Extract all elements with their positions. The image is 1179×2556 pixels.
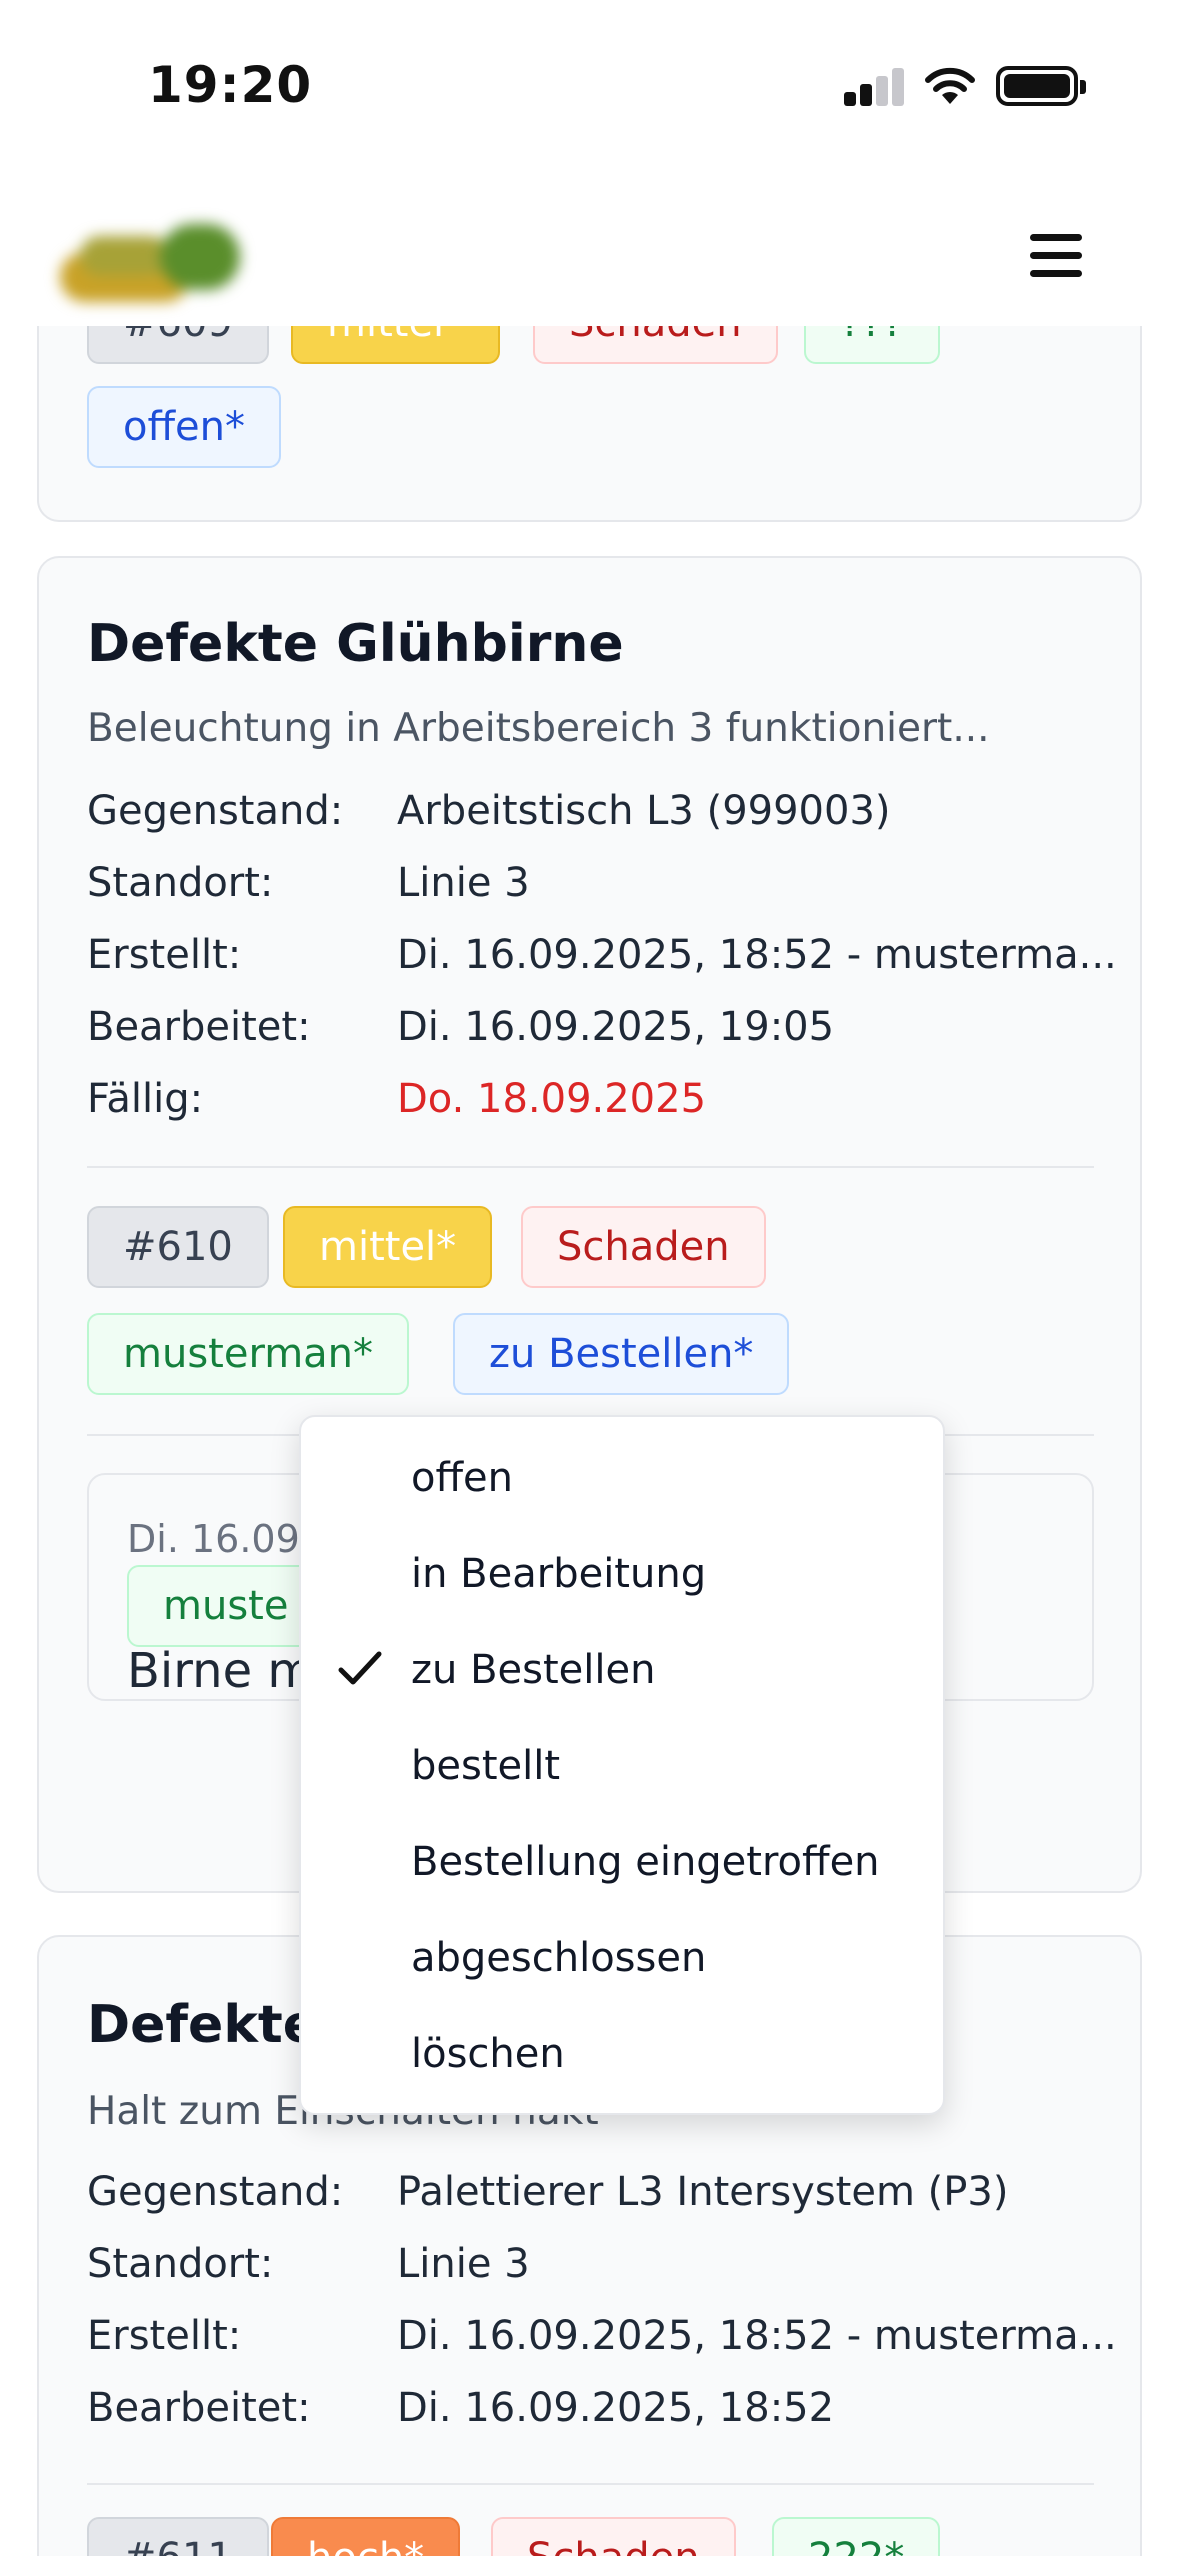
tag-priority[interactable]: mittel*: [283, 1206, 493, 1288]
hamburger-menu-icon[interactable]: [1030, 234, 1082, 278]
field-gegenstand: Gegenstand: Palettierer L3 Intersystem (…: [87, 2169, 1117, 2229]
dropdown-option-bestellung-eingetroffen[interactable]: Bestellung eingetroffen: [301, 1813, 943, 1909]
page: #609 mittel* Schaden ??? offen* Defekte …: [0, 0, 1179, 2556]
field-value: Di. 16.09.2025, 18:52 - musterma...: [397, 932, 1117, 978]
field-label: Gegenstand:: [87, 788, 344, 834]
field-label: Bearbeitet:: [87, 1004, 311, 1050]
field-gegenstand: Gegenstand: Arbeitstisch L3 (999003): [87, 788, 1117, 848]
tag-type[interactable]: Schaden: [521, 1206, 766, 1288]
status-dropdown-menu: offen in Bearbeitung zu Bestellen bestel…: [299, 1415, 945, 2115]
field-label: Erstellt:: [87, 2313, 242, 2359]
field-value: Di. 16.09.2025, 19:05: [397, 1004, 835, 1050]
field-standort: Standort: Linie 3: [87, 2241, 1117, 2301]
tag-priority[interactable]: hoch*: [271, 2517, 461, 2556]
tag-id: #611: [87, 2517, 269, 2556]
dropdown-option-in-bearbeitung[interactable]: in Bearbeitung: [301, 1525, 943, 1621]
dropdown-option-zu-bestellen[interactable]: zu Bestellen: [301, 1621, 943, 1717]
dropdown-option-bestellt[interactable]: bestellt: [301, 1717, 943, 1813]
signal-icon: [844, 68, 906, 106]
comment-text: Birne m: [127, 1643, 315, 1699]
field-label: Standort:: [87, 860, 274, 906]
tag-type[interactable]: Schaden: [491, 2517, 736, 2556]
card-description: Beleuchtung in Arbeitsbereich 3 funktion…: [87, 706, 990, 751]
dropdown-option-abgeschlossen[interactable]: abgeschlossen: [301, 1909, 943, 2005]
tag-extra[interactable]: 222*: [772, 2517, 941, 2556]
field-erstellt: Erstellt: Di. 16.09.2025, 18:52 - muster…: [87, 2313, 1117, 2373]
option-label: löschen: [411, 2031, 565, 2077]
field-faellig: Fällig: Do. 18.09.2025: [87, 1076, 1117, 1136]
option-label: bestellt: [411, 1743, 561, 1789]
divider: [87, 2483, 1094, 2485]
wifi-icon: [924, 64, 976, 108]
tag-id: #610: [87, 1206, 269, 1288]
field-bearbeitet: Bearbeitet: Di. 16.09.2025, 19:05: [87, 1004, 1117, 1064]
field-erstellt: Erstellt: Di. 16.09.2025, 18:52 - muster…: [87, 932, 1117, 992]
field-label: Gegenstand:: [87, 2169, 344, 2215]
field-value: Linie 3: [397, 860, 530, 906]
dropdown-option-offen[interactable]: offen: [301, 1429, 943, 1525]
comment-date: Di. 16.09: [127, 1517, 300, 1561]
field-value: Linie 3: [397, 2241, 530, 2287]
checkmark-icon: [337, 1649, 383, 1689]
field-standort: Standort: Linie 3: [87, 860, 1117, 920]
field-value: Palettierer L3 Intersystem (P3): [397, 2169, 1009, 2215]
option-label: Bestellung eingetroffen: [411, 1839, 880, 1885]
status-time: 19:20: [148, 56, 313, 114]
divider: [87, 1166, 1094, 1168]
card-title: Defekte Glühbirne: [87, 614, 624, 674]
comment-user-tag: muste: [127, 1565, 325, 1647]
field-value: Di. 16.09.2025, 18:52: [397, 2385, 835, 2431]
tag-status[interactable]: offen*: [87, 386, 281, 468]
tag-status[interactable]: zu Bestellen*: [453, 1313, 790, 1395]
tag-assignee[interactable]: musterman*: [87, 1313, 410, 1395]
card-title: Defekte: [87, 1995, 319, 2055]
field-label: Bearbeitet:: [87, 2385, 311, 2431]
field-bearbeitet: Bearbeitet: Di. 16.09.2025, 18:52: [87, 2385, 1117, 2445]
field-label: Erstellt:: [87, 932, 242, 978]
field-value: Arbeitstisch L3 (999003): [397, 788, 891, 834]
field-label: Standort:: [87, 2241, 274, 2287]
option-label: in Bearbeitung: [411, 1551, 707, 1597]
battery-icon: [996, 66, 1086, 106]
app-header: [0, 170, 1179, 326]
due-date-value: Do. 18.09.2025: [397, 1076, 707, 1122]
company-logo[interactable]: [50, 210, 256, 314]
option-label: zu Bestellen: [411, 1647, 656, 1693]
option-label: abgeschlossen: [411, 1935, 707, 1981]
field-label: Fällig:: [87, 1076, 204, 1122]
option-label: offen: [411, 1455, 513, 1501]
field-value: Di. 16.09.2025, 18:52 - musterma...: [397, 2313, 1117, 2359]
status-bar: 19:20: [0, 0, 1179, 170]
dropdown-option-loeschen[interactable]: löschen: [301, 2005, 943, 2101]
